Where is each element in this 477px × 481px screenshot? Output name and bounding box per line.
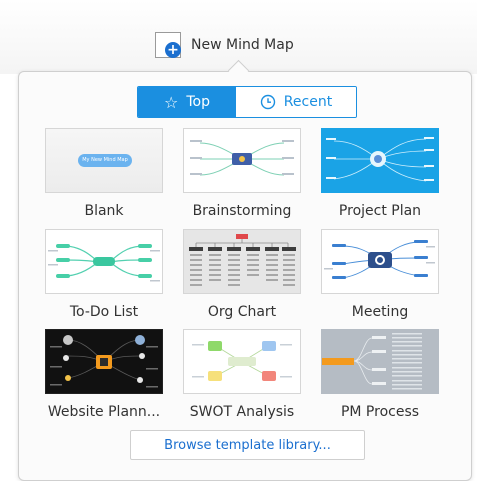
template-blank[interactable]: My New Mind Map Blank bbox=[45, 128, 163, 219]
template-name: Meeting bbox=[351, 304, 409, 320]
document-icon: + bbox=[155, 32, 181, 58]
brainstorming-thumbnail bbox=[183, 128, 301, 193]
template-name: PM Process bbox=[340, 404, 420, 420]
tab-top[interactable]: ☆ Top bbox=[138, 87, 236, 117]
template-website-planning[interactable]: Website Plann... bbox=[45, 329, 163, 420]
template-name: Brainstorming bbox=[192, 203, 292, 219]
template-name: SWOT Analysis bbox=[189, 404, 295, 420]
website-planning-thumbnail bbox=[45, 329, 163, 394]
new-mind-map-button[interactable]: + New Mind Map bbox=[155, 28, 294, 62]
template-brainstorming[interactable]: Brainstorming bbox=[183, 128, 301, 219]
todo-list-thumbnail bbox=[45, 229, 163, 294]
tab-top-label: Top bbox=[186, 94, 210, 110]
template-project-plan[interactable]: Project Plan bbox=[321, 128, 439, 219]
template-name: Org Chart bbox=[207, 304, 277, 320]
plus-circle-icon: + bbox=[165, 42, 181, 58]
template-name: Blank bbox=[84, 203, 124, 219]
blank-central-topic: My New Mind Map bbox=[78, 154, 132, 167]
template-swot-analysis[interactable]: SWOT Analysis bbox=[183, 329, 301, 420]
clock-icon bbox=[260, 94, 276, 110]
new-mind-map-label: New Mind Map bbox=[191, 37, 294, 53]
project-plan-thumbnail bbox=[321, 128, 439, 193]
meeting-thumbnail bbox=[321, 229, 439, 294]
swot-analysis-thumbnail bbox=[183, 329, 301, 394]
template-name: Project Plan bbox=[338, 203, 422, 219]
org-chart-thumbnail bbox=[183, 229, 301, 294]
tab-recent-label: Recent bbox=[283, 94, 333, 110]
template-filter-tabs: ☆ Top Recent bbox=[137, 86, 357, 118]
blank-thumbnail: My New Mind Map bbox=[45, 128, 163, 193]
template-meeting[interactable]: Meeting bbox=[321, 229, 439, 320]
template-todo-list[interactable]: To-Do List bbox=[45, 229, 163, 320]
template-org-chart[interactable]: Org Chart bbox=[183, 229, 301, 320]
template-pm-process[interactable]: PM Process bbox=[321, 329, 439, 420]
template-name: To-Do List bbox=[69, 304, 139, 320]
star-icon: ☆ bbox=[164, 92, 179, 112]
tab-recent[interactable]: Recent bbox=[236, 87, 356, 117]
pm-process-thumbnail bbox=[321, 329, 439, 394]
browse-template-library-button[interactable]: Browse template library... bbox=[130, 430, 365, 460]
template-name: Website Plann... bbox=[47, 404, 161, 420]
